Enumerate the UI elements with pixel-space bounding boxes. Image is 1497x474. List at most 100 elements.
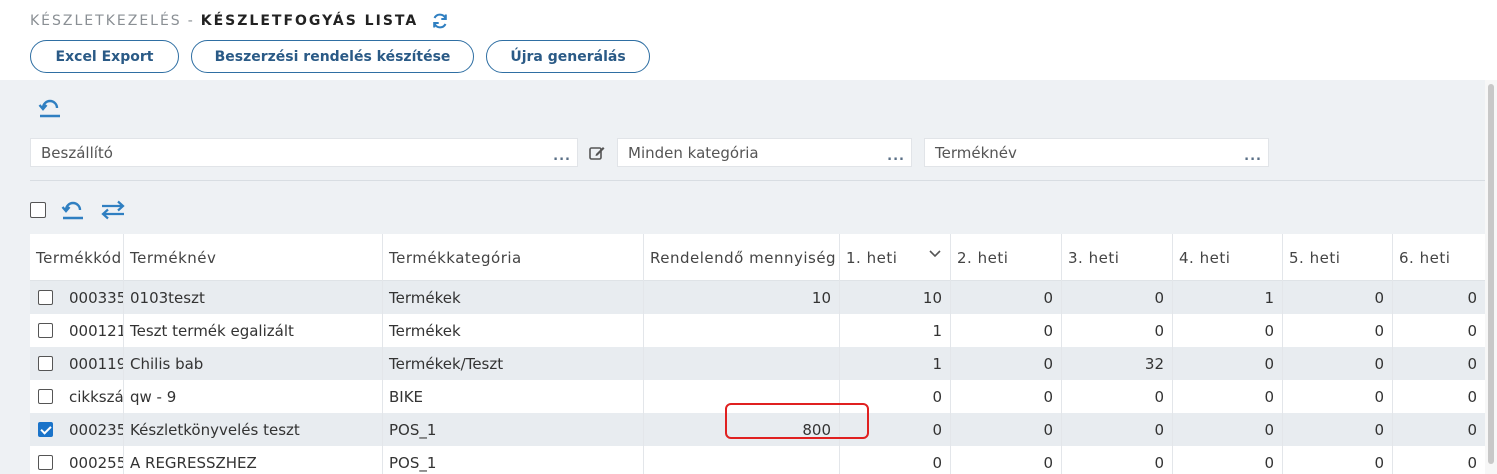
- cell-w5-value: 0: [1374, 288, 1384, 307]
- cell-w2: 0: [951, 446, 1062, 474]
- category-filter[interactable]: Minden kategória ...: [617, 138, 912, 167]
- column-header-code[interactable]: Termékkód: [30, 234, 124, 281]
- cell-w2-value: 0: [1043, 453, 1053, 472]
- more-icon[interactable]: ...: [553, 150, 571, 163]
- cell-w1-value: 0: [932, 387, 942, 406]
- purchase-order-button[interactable]: Beszerzési rendelés készítése: [191, 40, 474, 73]
- cell-name: 0103teszt: [124, 281, 383, 314]
- column-header-week-3[interactable]: 3. heti: [1062, 234, 1173, 281]
- cell-w2-value: 0: [1043, 288, 1053, 307]
- more-icon[interactable]: ...: [1244, 150, 1262, 163]
- cell-w4-value: 0: [1264, 321, 1274, 340]
- cell-qty: 10: [644, 281, 840, 314]
- table-row[interactable]: 000235 Készletkönyvelés teszt POS_1 800 0 0 0 0…: [30, 413, 1485, 446]
- cell-w3-value: 0: [1154, 321, 1164, 340]
- column-header-week-4[interactable]: 4. heti: [1173, 234, 1283, 281]
- cell-w6-value: 0: [1467, 354, 1477, 373]
- scrollbar-thumb[interactable]: [1488, 84, 1494, 464]
- cell-w5-value: 0: [1374, 420, 1384, 439]
- cell-code-value: cikkszám: [69, 387, 124, 406]
- edit-icon[interactable]: [588, 144, 606, 162]
- cell-w6: 0: [1393, 380, 1485, 413]
- cell-code-value: 000121: [69, 321, 124, 340]
- cell-name: qw - 9: [124, 380, 383, 413]
- column-header-name[interactable]: Terméknév: [124, 234, 383, 281]
- cell-qty-value: 10: [811, 288, 831, 307]
- cell-w6-value: 0: [1467, 288, 1477, 307]
- cell-w5: 0: [1283, 446, 1393, 474]
- cell-w3-value: 32: [1144, 354, 1164, 373]
- row-checkbox[interactable]: [38, 290, 53, 305]
- cell-w6-value: 0: [1467, 453, 1477, 472]
- more-icon[interactable]: ...: [887, 150, 905, 163]
- cell-qty: [644, 380, 840, 413]
- product-name-filter-label: Terméknév: [935, 143, 1017, 162]
- cell-w3: 0: [1062, 380, 1173, 413]
- table-row[interactable]: 000335 0103teszt Termékek 10 10 0 0 1 0 0: [30, 281, 1485, 314]
- column-header-week-2[interactable]: 2. heti: [951, 234, 1062, 281]
- cell-w5: 0: [1283, 281, 1393, 314]
- cell-w3-value: 0: [1154, 387, 1164, 406]
- cell-w3: 0: [1062, 314, 1173, 347]
- column-header-week-1[interactable]: 1. heti: [840, 234, 951, 281]
- cell-name-value: Teszt termék egalizált: [130, 321, 294, 340]
- table-row[interactable]: 000119 Chilis bab Termékek/Teszt 1 0 32 0 0 0: [30, 347, 1485, 380]
- cell-qty-value: 800: [802, 420, 831, 439]
- supplier-filter[interactable]: Beszállító ...: [30, 138, 578, 167]
- row-checkbox[interactable]: [38, 323, 53, 338]
- cell-w6: 0: [1393, 281, 1485, 314]
- cell-w1: 1: [840, 347, 951, 380]
- cell-code-value: 000119: [69, 354, 124, 373]
- cell-w2: 0: [951, 413, 1062, 446]
- table-header: Termékkód Terméknév Termékkategória Rend…: [30, 234, 1485, 281]
- breadcrumb[interactable]: KÉSZLETKEZELÉS: [30, 13, 182, 29]
- swap-icon[interactable]: [100, 199, 126, 221]
- cell-name-value: 0103teszt: [130, 288, 205, 307]
- cell-name: A REGRESSZHEZ: [124, 446, 383, 474]
- cell-w1-value: 1: [932, 321, 942, 340]
- column-header-week-6[interactable]: 6. heti: [1393, 234, 1485, 281]
- cell-qty: [644, 446, 840, 474]
- reset-filters-icon[interactable]: [38, 96, 62, 118]
- cell-w5: 0: [1283, 413, 1393, 446]
- table-row[interactable]: 000255 A REGRESSZHEZ POS_1 0 0 0 0 0 0: [30, 446, 1485, 474]
- table-row[interactable]: 000121 Teszt termék egalizált Termékek 1 0 0 0…: [30, 314, 1485, 347]
- cell-name: Teszt termék egalizált: [124, 314, 383, 347]
- cell-w6-value: 0: [1467, 420, 1477, 439]
- product-name-filter[interactable]: Terméknév ...: [924, 138, 1269, 167]
- cell-w5-value: 0: [1374, 354, 1384, 373]
- cell-w1-value: 0: [932, 420, 942, 439]
- cell-code: 000119: [30, 347, 124, 380]
- cell-w2-value: 0: [1043, 387, 1053, 406]
- cell-w4: 0: [1173, 380, 1283, 413]
- reset-icon[interactable]: [61, 198, 85, 220]
- cell-name: Chilis bab: [124, 347, 383, 380]
- row-checkbox[interactable]: [38, 455, 53, 470]
- row-checkbox[interactable]: [38, 356, 53, 371]
- column-header-week-5[interactable]: 5. heti: [1283, 234, 1393, 281]
- column-header-week-1-label: 1. heti: [846, 248, 898, 267]
- row-checkbox[interactable]: [38, 389, 53, 404]
- regenerate-button[interactable]: Újra generálás: [486, 40, 650, 73]
- cell-w3: 32: [1062, 347, 1173, 380]
- cell-w1-value: 1: [932, 354, 942, 373]
- cell-category-value: POS_1: [389, 453, 437, 472]
- chevron-down-icon[interactable]: [928, 248, 942, 260]
- excel-export-button[interactable]: Excel Export: [30, 40, 179, 73]
- select-all-checkbox[interactable]: [30, 202, 46, 218]
- cell-name-value: qw - 9: [130, 387, 177, 406]
- column-header-quantity[interactable]: Rendelendő mennyiség: [644, 234, 840, 281]
- cell-w5-value: 0: [1374, 321, 1384, 340]
- cell-code: cikkszám: [30, 380, 124, 413]
- cell-w6-value: 0: [1467, 321, 1477, 340]
- cell-w5: 0: [1283, 314, 1393, 347]
- cell-w5-value: 0: [1374, 453, 1384, 472]
- column-header-category[interactable]: Termékkategória: [383, 234, 644, 281]
- cell-w4: 0: [1173, 314, 1283, 347]
- cell-code: 000335: [30, 281, 124, 314]
- row-checkbox[interactable]: [38, 422, 53, 437]
- refresh-icon[interactable]: [430, 11, 450, 31]
- cell-name-value: Készletkönyvelés teszt: [130, 420, 300, 439]
- table-row[interactable]: cikkszám qw - 9 BIKE 0 0 0 0 0 0: [30, 380, 1485, 413]
- stock-table: Termékkód Terméknév Termékkategória Rend…: [30, 234, 1485, 474]
